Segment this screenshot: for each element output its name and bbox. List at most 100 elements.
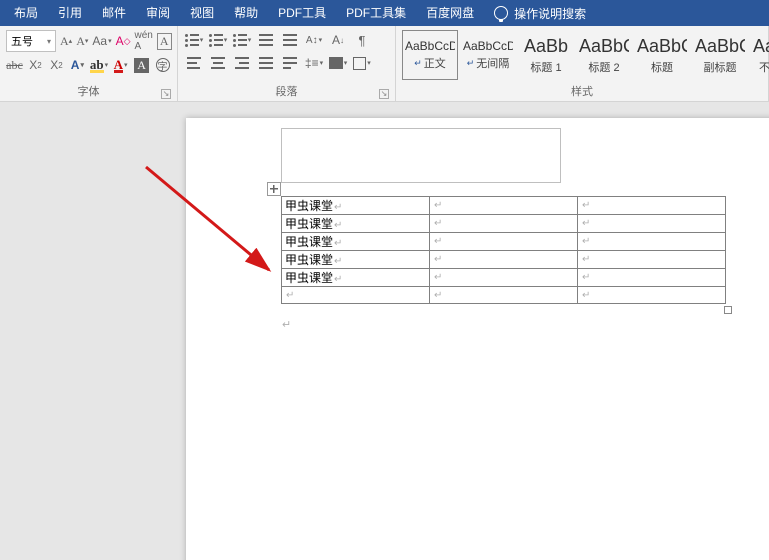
increase-indent-button[interactable] (280, 30, 300, 50)
table-row[interactable]: 甲虫课堂↵↵↵ (282, 251, 726, 269)
subscript-button[interactable]: X2 (27, 55, 44, 75)
align-center-button[interactable] (208, 53, 228, 73)
enclose-icon: 字 (156, 58, 170, 72)
table-cell[interactable]: ↵ (282, 287, 430, 304)
document-area[interactable]: 甲虫课堂↵↵↵甲虫课堂↵↵↵甲虫课堂↵↵↵甲虫课堂↵↵↵甲虫课堂↵↵↵↵↵↵ ↵ (0, 102, 769, 560)
borders-button[interactable]: ▾ (352, 53, 372, 73)
phonetic-guide-button[interactable]: wénA (135, 31, 153, 51)
document-table[interactable]: 甲虫课堂↵↵↵甲虫课堂↵↵↵甲虫课堂↵↵↵甲虫课堂↵↵↵甲虫课堂↵↵↵↵↵↵ (281, 196, 726, 304)
group-font-label: 字体↘ (6, 81, 171, 101)
shrink-font-button[interactable]: A▾ (76, 31, 88, 51)
line-spacing-button[interactable]: ‡≡▾ (304, 53, 324, 73)
tab-review[interactable]: 审阅 (136, 0, 180, 26)
page[interactable]: 甲虫课堂↵↵↵甲虫课堂↵↵↵甲虫课堂↵↵↵甲虫课堂↵↵↵甲虫课堂↵↵↵↵↵↵ ↵ (186, 118, 769, 560)
tab-references[interactable]: 引用 (48, 0, 92, 26)
style-no-spacing[interactable]: AaBbCcDd ↵无间隔 (460, 30, 516, 80)
tab-baidu-netdisk[interactable]: 百度网盘 (416, 0, 484, 26)
table-cell[interactable]: ↵ (578, 269, 726, 287)
show-marks-button[interactable]: ¶ (352, 30, 372, 50)
strike-button[interactable]: abc (6, 55, 23, 75)
align-right-button[interactable] (232, 53, 252, 73)
bullets-button[interactable]: ▾ (184, 30, 204, 50)
text-direction-button[interactable]: A↕▾ (304, 30, 324, 50)
align-justify-button[interactable] (256, 53, 276, 73)
table-cell[interactable]: 甲虫课堂↵ (282, 251, 430, 269)
numbering-button[interactable]: ▾ (208, 30, 228, 50)
tell-me-search[interactable]: 操作说明搜索 (484, 5, 586, 22)
tab-view[interactable]: 视图 (180, 0, 224, 26)
style-heading2[interactable]: AaBbC 标题 2 (576, 30, 632, 80)
multilevel-list-button[interactable]: ▾ (232, 30, 252, 50)
change-case-button[interactable]: Aa▾ (92, 31, 111, 51)
table-container: 甲虫课堂↵↵↵甲虫课堂↵↵↵甲虫课堂↵↵↵甲虫课堂↵↵↵甲虫课堂↵↵↵↵↵↵ (281, 196, 726, 304)
check-icon: ↵ (414, 58, 422, 69)
tab-mailings[interactable]: 邮件 (92, 0, 136, 26)
tab-layout[interactable]: 布局 (4, 0, 48, 26)
table-cell[interactable]: 甲虫课堂↵ (282, 197, 430, 215)
cell-paragraph-mark: ↵ (434, 290, 442, 301)
align-distributed-button[interactable] (280, 53, 300, 73)
group-styles-label: 样式 (402, 81, 762, 101)
table-row[interactable]: 甲虫课堂↵↵↵ (282, 197, 726, 215)
table-row[interactable]: 甲虫课堂↵↵↵ (282, 215, 726, 233)
table-cell[interactable]: ↵ (430, 251, 578, 269)
enclose-characters-button[interactable]: 字 (154, 55, 171, 75)
table-cell[interactable]: 甲虫课堂↵ (282, 269, 430, 287)
shading-button[interactable]: ▾ (328, 53, 348, 73)
character-border-button[interactable]: A (157, 31, 172, 51)
style-subtitle[interactable]: AaBbC 副标题 (692, 30, 748, 80)
paragraph-dialog-launcher[interactable]: ↘ (379, 89, 389, 99)
table-cell[interactable]: ↵ (578, 287, 726, 304)
highlight-button[interactable]: ab▾ (90, 55, 108, 75)
table-cell[interactable]: ↵ (430, 197, 578, 215)
table-cell[interactable]: ↵ (430, 269, 578, 287)
style-normal[interactable]: AaBbCcDd ↵正文 (402, 30, 458, 80)
shading-icon (329, 57, 343, 69)
table-cell[interactable]: ↵ (430, 215, 578, 233)
sort-button[interactable]: A↓ (328, 30, 348, 50)
cell-paragraph-mark: ↵ (582, 236, 590, 247)
style-preview: AaBb (521, 36, 571, 57)
table-row[interactable]: ↵ ↵ ↵ (282, 287, 726, 304)
group-paragraph: ▾ ▾ ▾ A↕▾ A↓ ¶ ‡≡▾ ▾ ▾ 段落↘ (178, 26, 396, 101)
table-row[interactable]: 甲虫课堂↵ ↵ ↵ (282, 269, 726, 287)
tab-help[interactable]: 帮助 (224, 0, 268, 26)
styles-gallery[interactable]: AaBbCcDd ↵正文 AaBbCcDd ↵无间隔 AaBb 标题 1 AaB… (402, 30, 769, 81)
font-size-selector[interactable]: 五号▾ (6, 30, 56, 52)
character-shading-button[interactable]: A (133, 55, 150, 75)
style-title[interactable]: AaBbC 标题 (634, 30, 690, 80)
cell-paragraph-mark: ↵ (434, 272, 442, 283)
table-row[interactable]: 甲虫课堂↵ ↵ ↵ (282, 233, 726, 251)
table-cell[interactable]: 甲虫课堂↵ (282, 215, 430, 233)
cell-paragraph-mark: ↵ (434, 236, 442, 247)
style-heading1[interactable]: AaBb 标题 1 (518, 30, 574, 80)
superscript-button[interactable]: X2 (48, 55, 65, 75)
grow-font-button[interactable]: A▴ (60, 31, 72, 51)
tab-pdf-toolset[interactable]: PDF工具集 (336, 0, 416, 26)
tab-pdf-tools[interactable]: PDF工具 (268, 0, 336, 26)
align-left-button[interactable] (184, 53, 204, 73)
tell-me-label: 操作说明搜索 (514, 5, 586, 22)
table-cell[interactable]: ↵ (578, 251, 726, 269)
align-left-icon (187, 57, 201, 69)
table-resize-handle[interactable] (724, 306, 732, 314)
style-extra[interactable]: AaBbC 不明 (750, 30, 769, 80)
cell-text: 甲虫课堂 (285, 235, 333, 249)
table-cell[interactable]: ↵ (430, 287, 578, 304)
group-styles: AaBbCcDd ↵正文 AaBbCcDd ↵无间隔 AaBb 标题 1 AaB… (396, 26, 769, 101)
table-cell[interactable]: ↵ (578, 197, 726, 215)
decrease-indent-button[interactable] (256, 30, 276, 50)
clear-formatting-button[interactable]: A◇ (116, 31, 131, 51)
table-cell[interactable]: ↵ (578, 215, 726, 233)
table-cell[interactable]: ↵ (578, 233, 726, 251)
style-preview: AaBbCcDd (405, 39, 455, 53)
table-move-handle[interactable] (267, 182, 281, 196)
table-cell[interactable]: 甲虫课堂↵ (282, 233, 430, 251)
text-effects-button[interactable]: A▾ (69, 55, 86, 75)
font-dialog-launcher[interactable]: ↘ (161, 89, 171, 99)
align-distributed-icon (283, 57, 297, 69)
cell-paragraph-mark: ↵ (582, 200, 590, 211)
font-color-button[interactable]: A▾ (112, 55, 129, 75)
table-cell[interactable]: ↵ (430, 233, 578, 251)
text-box-frame[interactable] (281, 128, 561, 183)
